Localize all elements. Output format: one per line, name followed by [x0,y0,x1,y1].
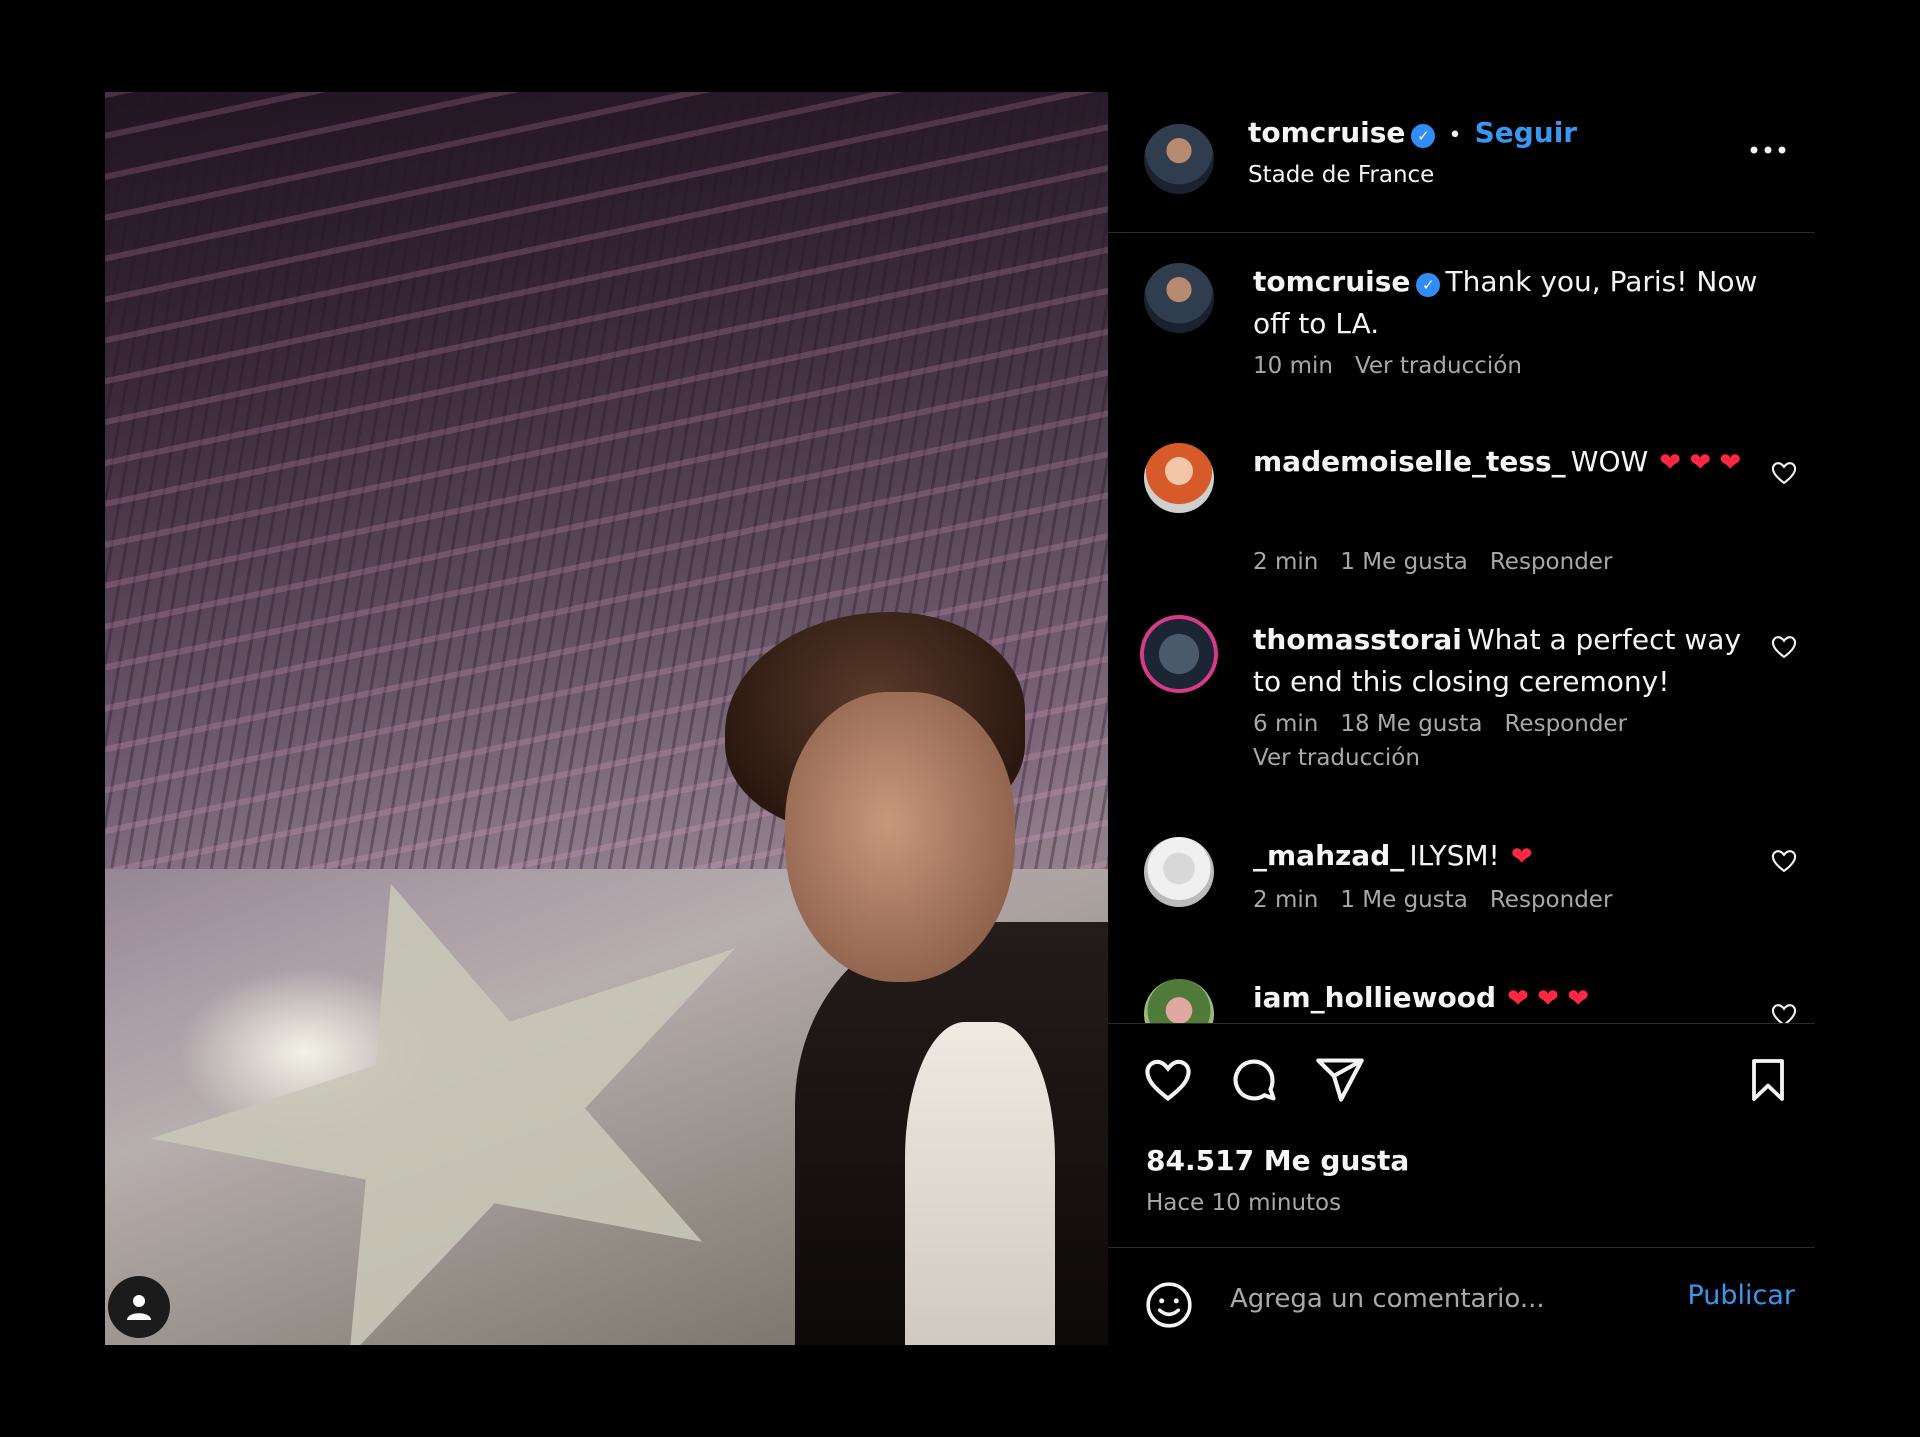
comment-username[interactable]: iam_holliewood [1253,981,1496,1014]
like-count[interactable]: 84.517 Me gusta [1146,1144,1409,1177]
comment-time: 6 min [1253,711,1319,737]
post-header: tomcruise ✓ • Seguir Stade de France [1108,92,1815,233]
caption-translate-link[interactable]: Ver traducción [1355,353,1522,379]
comment-time: 2 min [1253,887,1319,913]
bookmark-icon[interactable] [1744,1054,1792,1106]
comment-like-heart-icon[interactable] [1770,459,1798,487]
commenter-avatar[interactable] [1144,979,1214,1023]
post-photo[interactable] [105,92,1108,1345]
publish-button[interactable]: Publicar [1687,1280,1795,1311]
comment-text: WOW [1570,445,1649,478]
comment-likes[interactable]: 18 Me gusta [1340,711,1482,737]
caption-time: 10 min [1253,353,1333,379]
heart-emoji: ❤ [1510,842,1533,872]
person-face [785,692,1015,982]
comment-like-heart-icon[interactable] [1770,633,1798,661]
comment-text: ILYSM! [1409,839,1500,872]
comments-list[interactable]: tomcruise ✓ Thank you, Paris! Now off to … [1108,233,1815,1024]
share-icon[interactable] [1314,1054,1366,1106]
comment-composer: Publicar [1108,1247,1815,1346]
follow-button[interactable]: Seguir [1475,116,1578,149]
more-options-icon[interactable] [1748,144,1788,156]
post-location[interactable]: Stade de France [1248,162,1434,188]
emoji-icon[interactable] [1144,1280,1194,1330]
verified-badge-icon: ✓ [1416,272,1441,297]
post-actions-bar [1108,1024,1815,1124]
comment-reply-link[interactable]: Responder [1490,549,1613,575]
comment-like-heart-icon[interactable] [1770,847,1798,875]
star-stage [105,785,844,1345]
comment-username[interactable]: thomasstorai [1253,623,1462,656]
post-side-panel: tomcruise ✓ • Seguir Stade de France tomc… [1108,92,1815,1345]
comment-username[interactable]: mademoiselle_tess_ [1253,445,1566,478]
commenter-avatar[interactable] [1140,615,1218,693]
comment-translate-link[interactable]: Ver traducción [1253,745,1420,771]
user-tag-button[interactable] [108,1276,170,1338]
author-avatar[interactable] [1144,263,1214,333]
verified-badge-icon: ✓ [1411,123,1436,148]
author-avatar[interactable] [1144,124,1214,194]
heart-emoji: ❤ ❤ ❤ [1659,448,1742,478]
comment-likes[interactable]: 1 Me gusta [1340,887,1468,913]
header-separator: • [1448,123,1462,148]
comment-reply-link[interactable]: Responder [1504,711,1627,737]
caption-username[interactable]: tomcruise [1253,265,1410,298]
heart-emoji: ❤ ❤ ❤ [1507,984,1589,1014]
comment-username[interactable]: _mahzad_ [1253,839,1404,872]
comment-like-heart-icon[interactable] [1770,1001,1798,1024]
post-timestamp: Hace 10 minutos [1146,1190,1342,1216]
comment-input[interactable] [1228,1276,1652,1322]
heart-icon[interactable] [1142,1054,1194,1106]
comment-time: 2 min [1253,549,1319,575]
comment-icon[interactable] [1228,1054,1280,1106]
author-username[interactable]: tomcruise [1248,116,1405,149]
person-shirt [905,1022,1055,1345]
user-tag-icon [127,1295,151,1320]
comment-reply-link[interactable]: Responder [1490,887,1613,913]
commenter-avatar[interactable] [1144,837,1214,907]
commenter-avatar[interactable] [1144,443,1214,513]
comment-likes[interactable]: 1 Me gusta [1340,549,1468,575]
